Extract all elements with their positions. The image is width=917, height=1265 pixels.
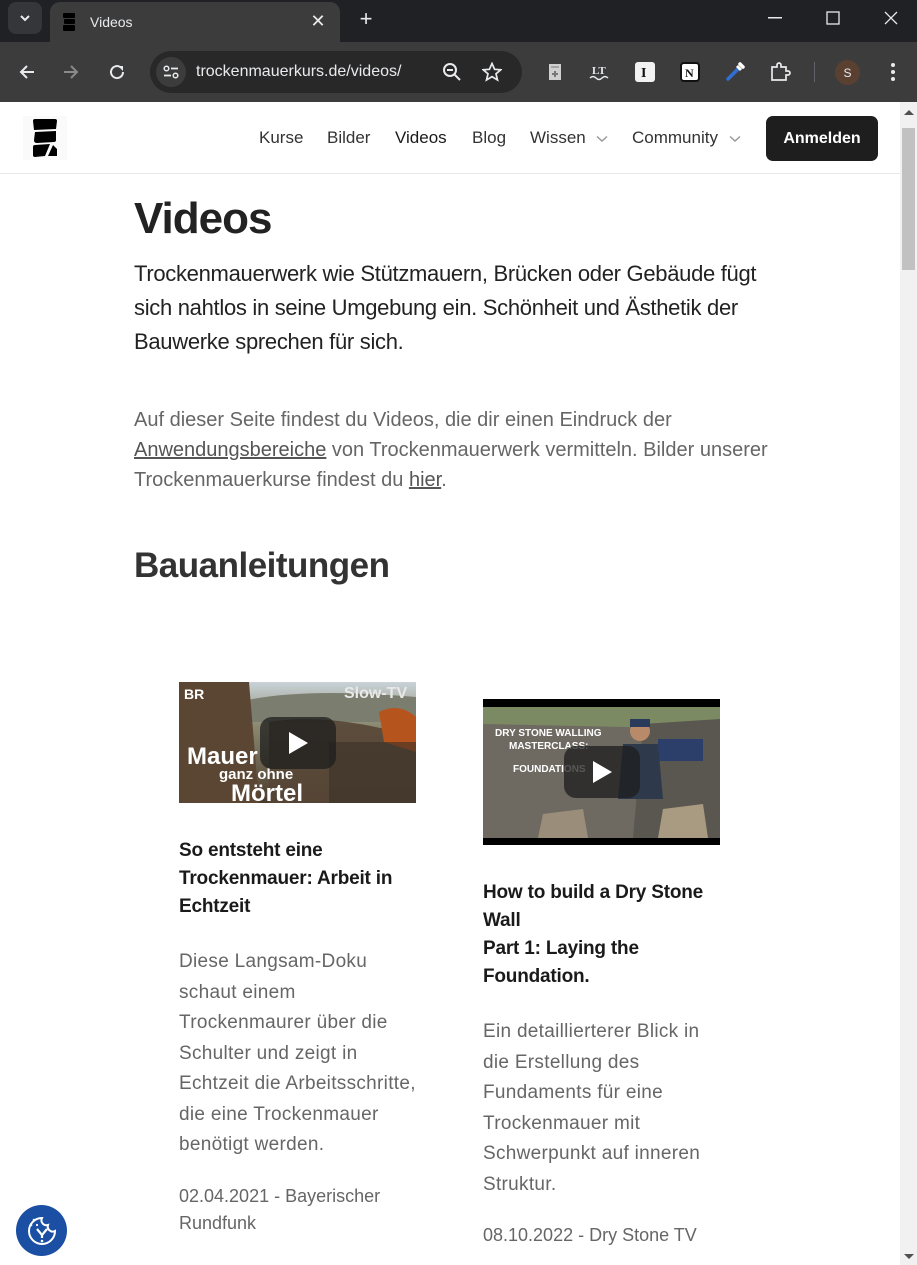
video-title[interactable]: How to build a Dry Stone Wall Part 1: La… <box>483 879 723 991</box>
nav-community[interactable]: Community <box>632 128 741 148</box>
chevron-down-icon <box>729 135 741 142</box>
svg-text:N: N <box>685 66 694 80</box>
nav-bilder[interactable]: Bilder <box>327 128 370 148</box>
tab-title: Videos <box>90 14 133 30</box>
arrow-right-icon <box>64 65 79 79</box>
video-title[interactable]: So entsteht eine Trockenmauer: Arbeit in… <box>179 837 419 921</box>
video-card: BR Slow-TV Mauer ganz ohne Mörtel So ent… <box>179 682 419 1237</box>
video-thumbnail[interactable]: BR Slow-TV Mauer ganz ohne Mörtel <box>179 682 416 803</box>
minimize-icon <box>768 17 782 19</box>
reload-button[interactable] <box>101 56 133 88</box>
instapaper-icon: I <box>635 62 655 82</box>
thumb-line3: Mörtel <box>231 780 303 803</box>
cookie-icon <box>27 1216 56 1245</box>
tune-icon <box>163 65 179 79</box>
languagetool-button[interactable]: LT <box>589 61 611 83</box>
intro-text: Auf dieser Seite findest du Videos, die … <box>134 409 672 431</box>
bookmark-button[interactable] <box>481 61 503 83</box>
video-thumbnail[interactable]: DRY STONE WALLING MASTERCLASS: FOUNDATIO… <box>483 699 720 845</box>
intro-text: . <box>441 469 447 491</box>
scroll-up-arrow-icon[interactable] <box>904 110 914 115</box>
tab-search-button[interactable] <box>8 2 42 34</box>
color-picker-button[interactable] <box>724 61 746 83</box>
reload-icon <box>110 65 125 80</box>
site-favicon-icon <box>63 13 75 31</box>
play-icon <box>592 761 612 783</box>
close-window-button[interactable] <box>862 0 917 36</box>
zoom-out-icon <box>443 63 461 81</box>
star-icon <box>482 62 502 82</box>
thumb-brand: BR <box>184 686 204 702</box>
close-tab-icon[interactable]: ✕ <box>308 11 328 32</box>
minimize-button[interactable] <box>746 0 804 36</box>
section-title: Bauanleitungen <box>134 546 390 585</box>
chevron-down-icon <box>20 15 30 22</box>
video-meta: 08.10.2022 - Dry Stone TV <box>483 1225 697 1245</box>
play-icon <box>288 731 308 754</box>
languagetool-icon: LT <box>589 65 609 81</box>
web-page: Kurse Bilder Videos Blog Wissen Communit… <box>0 102 900 1265</box>
scroll-down-arrow-icon[interactable] <box>904 1254 914 1259</box>
site-info-button[interactable] <box>156 57 186 87</box>
play-button[interactable] <box>563 746 640 798</box>
maximize-icon <box>826 11 840 25</box>
browser-tab-active[interactable]: Videos ✕ <box>50 2 340 42</box>
close-icon <box>884 11 898 25</box>
play-button[interactable] <box>259 716 336 769</box>
zoom-button[interactable] <box>441 61 463 83</box>
scrollbar-thumb[interactable] <box>902 128 915 270</box>
video-description: Diese Langsam-Doku schaut einem Trockenm… <box>179 951 416 1155</box>
video-meta: 02.04.2021 - Bayerischer Rundfunk <box>179 1185 381 1233</box>
login-button[interactable]: Anmelden <box>766 116 878 161</box>
notion-icon: N <box>680 62 700 82</box>
chevron-down-icon <box>596 135 608 142</box>
svg-text:I: I <box>641 66 646 81</box>
svg-text:LT: LT <box>592 65 606 77</box>
toolbar-divider <box>814 62 815 82</box>
thumb-line1: DRY STONE WALLING <box>495 728 602 739</box>
cookie-settings-button[interactable] <box>16 1205 67 1256</box>
forward-button[interactable] <box>55 56 87 88</box>
extensions-puzzle-icon <box>771 62 791 81</box>
video-card: DRY STONE WALLING MASTERCLASS: FOUNDATIO… <box>483 699 723 1249</box>
nav-wissen-label: Wissen <box>530 128 586 147</box>
notion-button[interactable]: N <box>679 61 701 83</box>
page-title: Videos <box>134 194 272 243</box>
extensions-button[interactable] <box>769 61 791 83</box>
profile-avatar[interactable]: S <box>835 60 860 85</box>
color-picker-icon <box>726 62 745 81</box>
thumb-corner-text: Slow-TV <box>344 685 407 702</box>
new-tab-button[interactable]: + <box>354 6 378 32</box>
intro-paragraph: Auf dieser Seite findest du Videos, die … <box>134 405 774 495</box>
site-header: Kurse Bilder Videos Blog Wissen Communit… <box>0 102 900 174</box>
arrow-left-icon <box>19 65 34 79</box>
nav-blog[interactable]: Blog <box>472 128 506 148</box>
video-description: Ein detaillierterer Blick in die Erstell… <box>483 1021 701 1195</box>
url-text[interactable]: trockenmauerkurs.de/videos/ <box>196 63 401 81</box>
maximize-button[interactable] <box>804 0 862 36</box>
nav-wissen[interactable]: Wissen <box>530 128 608 148</box>
anwendungsbereiche-link[interactable]: Anwendungsbereiche <box>134 439 326 461</box>
address-bar[interactable]: trockenmauerkurs.de/videos/ <box>150 51 522 93</box>
instapaper-button[interactable]: I <box>634 61 656 83</box>
browser-menu-icon[interactable] <box>882 61 904 83</box>
clipboard-extension-icon <box>549 64 561 80</box>
nav-videos[interactable]: Videos <box>395 128 447 148</box>
hier-link[interactable]: hier <box>409 469 441 491</box>
browser-toolbar: trockenmauerkurs.de/videos/ LT I N S <box>0 42 917 102</box>
browser-tab-bar: Videos ✕ + <box>0 0 917 42</box>
page-scrollbar[interactable] <box>900 102 917 1265</box>
back-button[interactable] <box>11 56 43 88</box>
clipboard-extension-button[interactable] <box>544 61 566 83</box>
lead-paragraph: Trockenmauerwerk wie Stützmauern, Brücke… <box>134 261 757 354</box>
site-logo[interactable] <box>23 116 67 160</box>
nav-kurse[interactable]: Kurse <box>259 128 303 148</box>
nav-community-label: Community <box>632 128 718 147</box>
